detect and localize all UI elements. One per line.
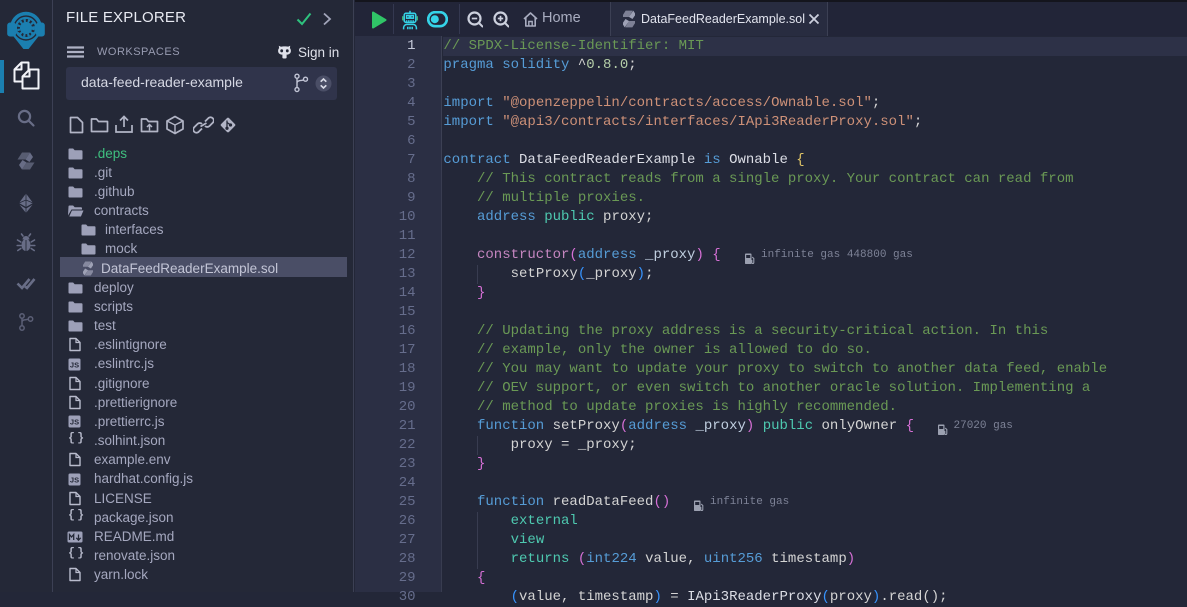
svg-text:JS: JS [70,418,79,427]
svg-text:JS: JS [70,360,79,369]
svg-text:JS: JS [70,475,79,484]
